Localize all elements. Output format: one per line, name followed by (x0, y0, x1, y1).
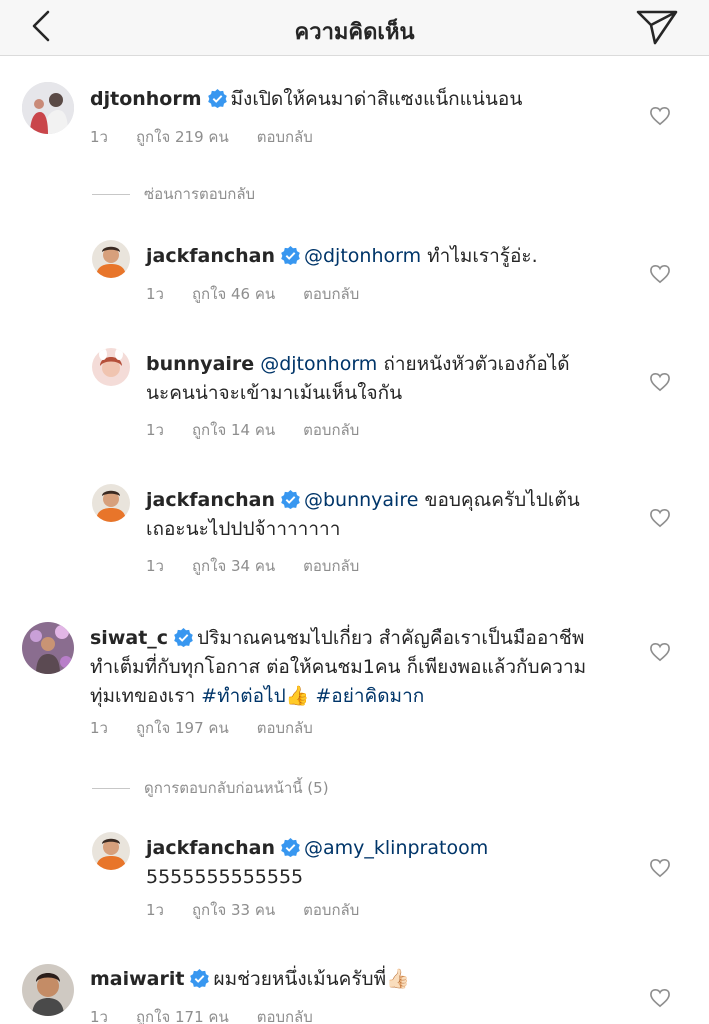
timestamp: 1ว (146, 557, 164, 575)
heart-icon[interactable] (649, 372, 671, 392)
reply-item: jackfanchan @djtonhorm ทำไมเรารู้อ่ะ. 1ว ถ… (0, 230, 709, 320)
username[interactable]: bunnyaire (146, 353, 254, 375)
comment-text: มึงเปิดให้คนมาด่าสิแซงแน็กแน่นอน (230, 88, 523, 110)
comment-item: siwat_c ปริมาณคนชมไปเกี่ยว สำคัญคือเราเป็… (0, 610, 709, 760)
verified-badge-icon (281, 490, 300, 509)
reply-item: jackfanchan @bunnyaire ขอบคุณครับไปเต้นเถ… (0, 474, 709, 584)
reply-item: jackfanchan @amy_klinpratoom 5555555555555… (0, 822, 709, 932)
timestamp: 1ว (146, 285, 164, 303)
divider (92, 788, 130, 789)
comment-meta: 1ว ถูกใจ 33 คน ตอบกลับ (146, 898, 387, 922)
comment-meta: 1ว ถูกใจ 197 คน ตอบกลับ (90, 716, 341, 740)
heart-icon[interactable] (649, 264, 671, 284)
comment-text-line-2: ทำเต็มที่กับทุกโอกาส ต่อให้คนชม1คน ก็เพี… (90, 656, 587, 678)
verified-badge-icon (190, 969, 210, 988)
mention-link[interactable]: @djtonhorm (304, 245, 421, 267)
comment-item: djtonhorm มึงเปิดให้คนมาด่าสิแซงแน็กแน่นอ… (0, 56, 709, 176)
reply-button[interactable]: ตอบกลับ (303, 421, 359, 439)
reply-button[interactable]: ตอบกลับ (257, 128, 313, 146)
likes-count[interactable]: ถูกใจ 197 คน (136, 719, 229, 737)
comment-text: ผมช่วยหนึ่งเม้นครับพี่ (213, 968, 387, 990)
comment-meta: 1ว ถูกใจ 46 คน ตอบกลับ (146, 282, 387, 306)
reply-item: bunnyaire @djtonhorm ถ่ายหนังหัวตัวเองก้… (0, 338, 709, 448)
divider (92, 194, 130, 195)
hashtag-link[interactable]: #อย่าคิดมาก (315, 685, 424, 707)
comment-text-line-2: นะคนน่าจะเข้ามาเม้นเห็นใจกัน (146, 382, 403, 404)
timestamp: 1ว (90, 128, 108, 146)
heart-icon[interactable] (649, 642, 671, 662)
verified-badge-icon (174, 628, 193, 647)
likes-count[interactable]: ถูกใจ 46 คน (192, 285, 275, 303)
reply-button[interactable]: ตอบกลับ (303, 557, 359, 575)
comment-meta: 1ว ถูกใจ 219 คน ตอบกลับ (90, 125, 341, 149)
username[interactable]: jackfanchan (146, 489, 275, 511)
comment-text-line-1: ปริมาณคนชมไปเกี่ยว สำคัญคือเราเป็นมืออาช… (197, 627, 585, 649)
page-title: ความคิดเห็น (294, 20, 415, 45)
avatar[interactable] (92, 832, 130, 870)
reply-button[interactable]: ตอบกลับ (257, 1008, 313, 1024)
hide-replies-label: ซ่อนการตอบกลับ (144, 185, 256, 203)
verified-badge-icon (281, 838, 300, 857)
avatar[interactable] (22, 964, 74, 1016)
heart-icon[interactable] (649, 106, 671, 126)
heart-icon[interactable] (649, 988, 671, 1008)
avatar[interactable] (92, 484, 130, 522)
thumbs-up-emoji: 👍🏻 (386, 968, 410, 990)
comment-text: 5555555555555 (146, 866, 304, 888)
timestamp: 1ว (146, 421, 164, 439)
heart-icon[interactable] (649, 858, 671, 878)
hide-replies-link[interactable]: ซ่อนการตอบกลับ (92, 182, 255, 206)
avatar[interactable] (22, 82, 74, 134)
reply-button[interactable]: ตอบกลับ (303, 901, 359, 919)
comment-meta: 1ว ถูกใจ 171 คน ตอบกลับ (90, 1005, 341, 1024)
username[interactable]: maiwarit (90, 968, 184, 990)
comment-text-line-1: ขอบคุณครับไปเต้น (424, 489, 580, 511)
reply-button[interactable]: ตอบกลับ (257, 719, 313, 737)
username[interactable]: siwat_c (90, 627, 168, 649)
avatar[interactable] (92, 240, 130, 278)
comment-text-line-3: ทุ่มเทของเรา (90, 685, 196, 707)
username[interactable]: jackfanchan (146, 837, 275, 859)
username[interactable]: djtonhorm (90, 88, 202, 110)
comment-item: maiwarit ผมช่วยหนึ่งเม้นครับพี่👍🏻 1ว ถูกใจ… (0, 950, 709, 1024)
timestamp: 1ว (90, 719, 108, 737)
comment-text-line-2: เถอะนะไปปปจ้าาาาาาา (146, 518, 341, 540)
view-previous-replies-link[interactable]: ดูการตอบกลับก่อนหน้านี้ (5) (92, 776, 329, 800)
likes-count[interactable]: ถูกใจ 219 คน (136, 128, 229, 146)
mention-link[interactable]: @bunnyaire (304, 489, 418, 511)
comment-meta: 1ว ถูกใจ 14 คน ตอบกลับ (146, 418, 387, 442)
avatar[interactable] (22, 622, 74, 674)
mention-link[interactable]: @djtonhorm (260, 353, 377, 375)
comment-meta: 1ว ถูกใจ 34 คน ตอบกลับ (146, 554, 387, 578)
thumbs-up-emoji: 👍 (285, 685, 310, 707)
likes-count[interactable]: ถูกใจ 171 คน (136, 1008, 229, 1024)
verified-badge-icon (207, 89, 227, 108)
mention-link[interactable]: @amy_klinpratoom (304, 837, 488, 859)
header-bar: ความคิดเห็น (0, 0, 709, 56)
likes-count[interactable]: ถูกใจ 34 คน (192, 557, 275, 575)
reply-button[interactable]: ตอบกลับ (303, 285, 359, 303)
timestamp: 1ว (90, 1008, 108, 1024)
heart-icon[interactable] (649, 508, 671, 528)
avatar[interactable] (92, 348, 130, 386)
comment-text-line-1: ถ่ายหนังหัวตัวเองก้อได้ (383, 353, 570, 375)
hashtag-link[interactable]: #ทำต่อไป (201, 685, 285, 707)
view-previous-replies-label: ดูการตอบกลับก่อนหน้านี้ (5) (144, 779, 329, 797)
paper-plane-icon[interactable] (635, 8, 679, 46)
likes-count[interactable]: ถูกใจ 14 คน (192, 421, 275, 439)
likes-count[interactable]: ถูกใจ 33 คน (192, 901, 275, 919)
timestamp: 1ว (146, 901, 164, 919)
verified-badge-icon (281, 246, 300, 265)
username[interactable]: jackfanchan (146, 245, 275, 267)
comment-text: ทำไมเรารู้อ่ะ. (427, 245, 538, 267)
